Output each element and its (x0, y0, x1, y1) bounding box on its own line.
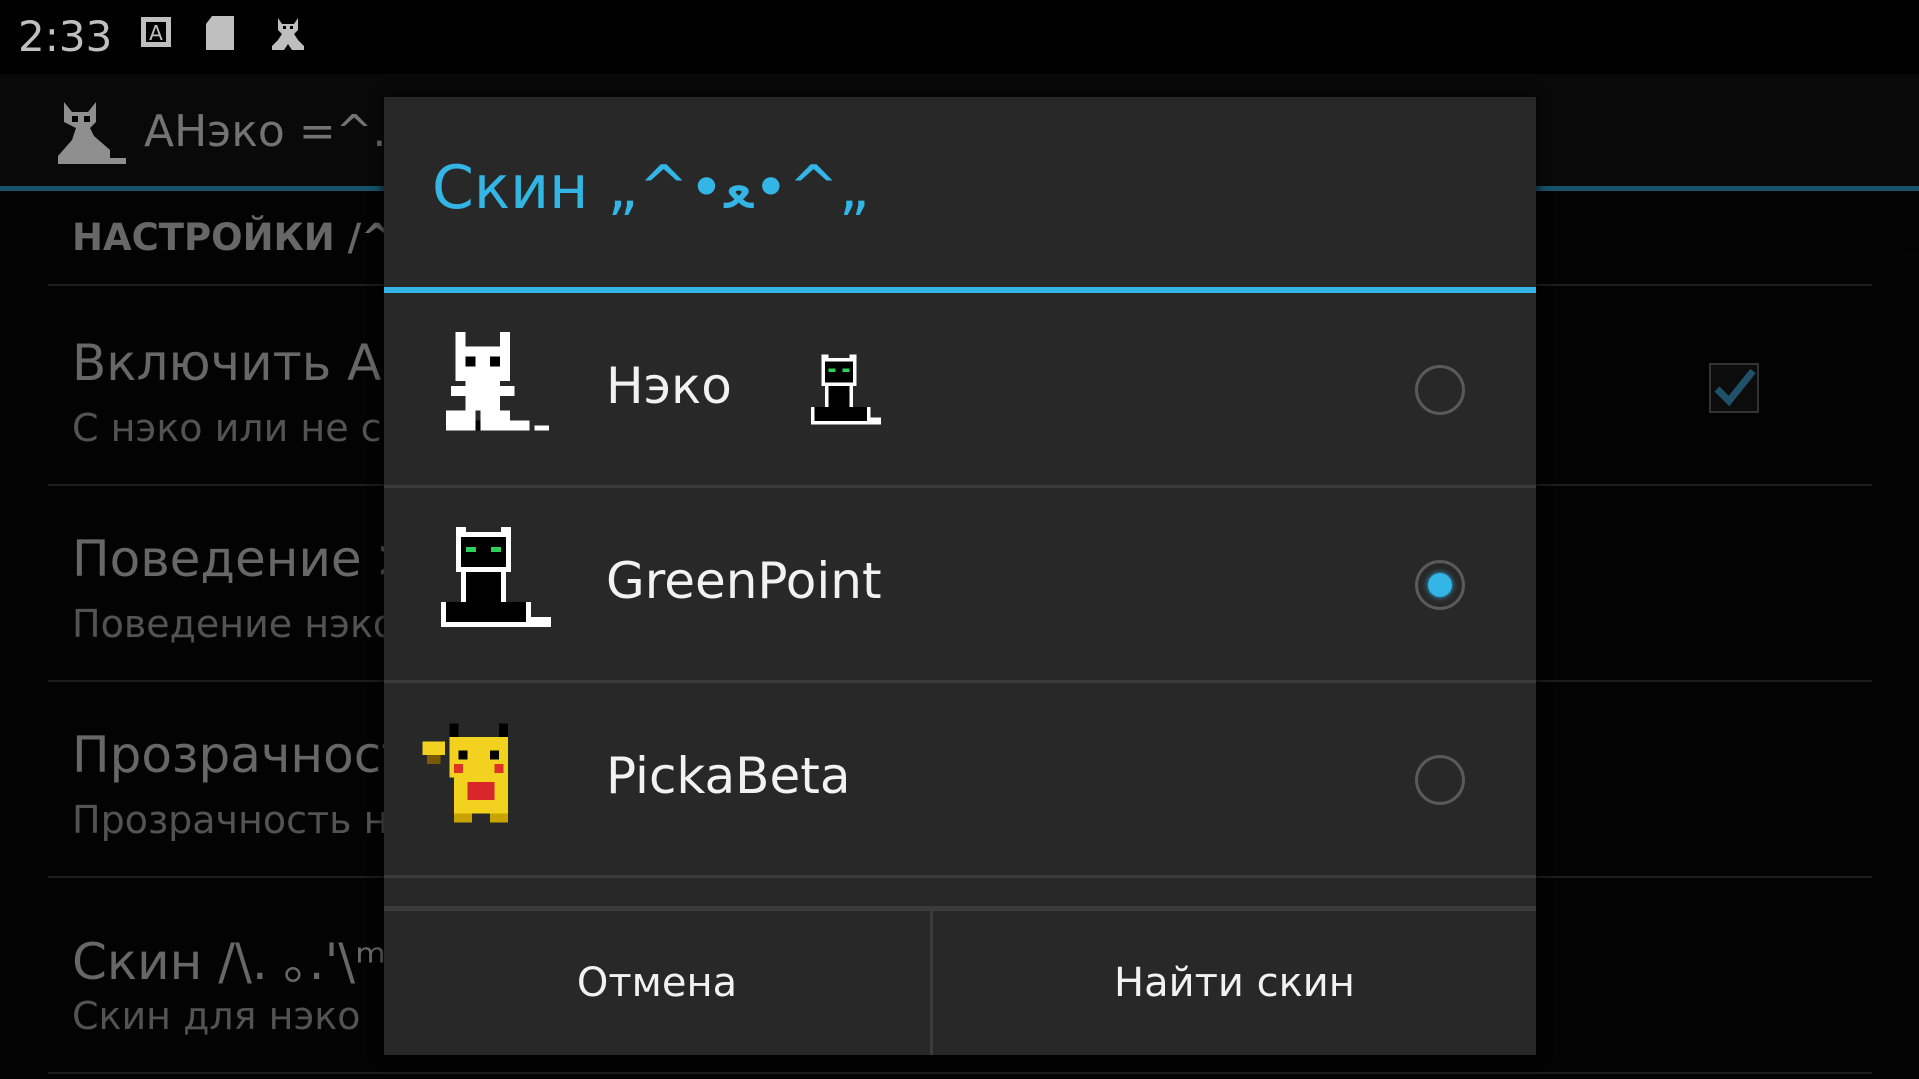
greenpoint-cat-icon (436, 522, 556, 646)
skin-option-neko[interactable]: Нэко (384, 293, 1536, 487)
skin-option-pickabeta[interactable]: PickaBeta (384, 683, 1536, 877)
find-skin-button[interactable]: Найти скин (933, 911, 1536, 1055)
radio-neko[interactable] (1415, 365, 1465, 415)
radio-greenpoint[interactable] (1415, 560, 1465, 610)
cancel-button[interactable]: Отмена (384, 911, 930, 1055)
radio-selected-dot (1428, 573, 1452, 597)
skin-label-pickabeta: PickaBeta (606, 747, 851, 805)
pikachu-icon (418, 719, 526, 831)
dialog-title: Скин „^•ﻌ•^„ (432, 153, 870, 223)
skin-option-greenpoint[interactable]: GreenPoint (384, 488, 1536, 682)
skin-label-neko: Нэко (606, 357, 732, 415)
neko-black-preview-icon (804, 351, 888, 439)
skin-dialog: Скин „^•ﻌ•^„ Нэко GreenPoint PickaBeta О… (384, 97, 1536, 1055)
neko-white-icon (436, 327, 554, 449)
radio-pickabeta[interactable] (1415, 755, 1465, 805)
skin-label-greenpoint: GreenPoint (606, 552, 882, 610)
option-divider (384, 875, 1536, 878)
